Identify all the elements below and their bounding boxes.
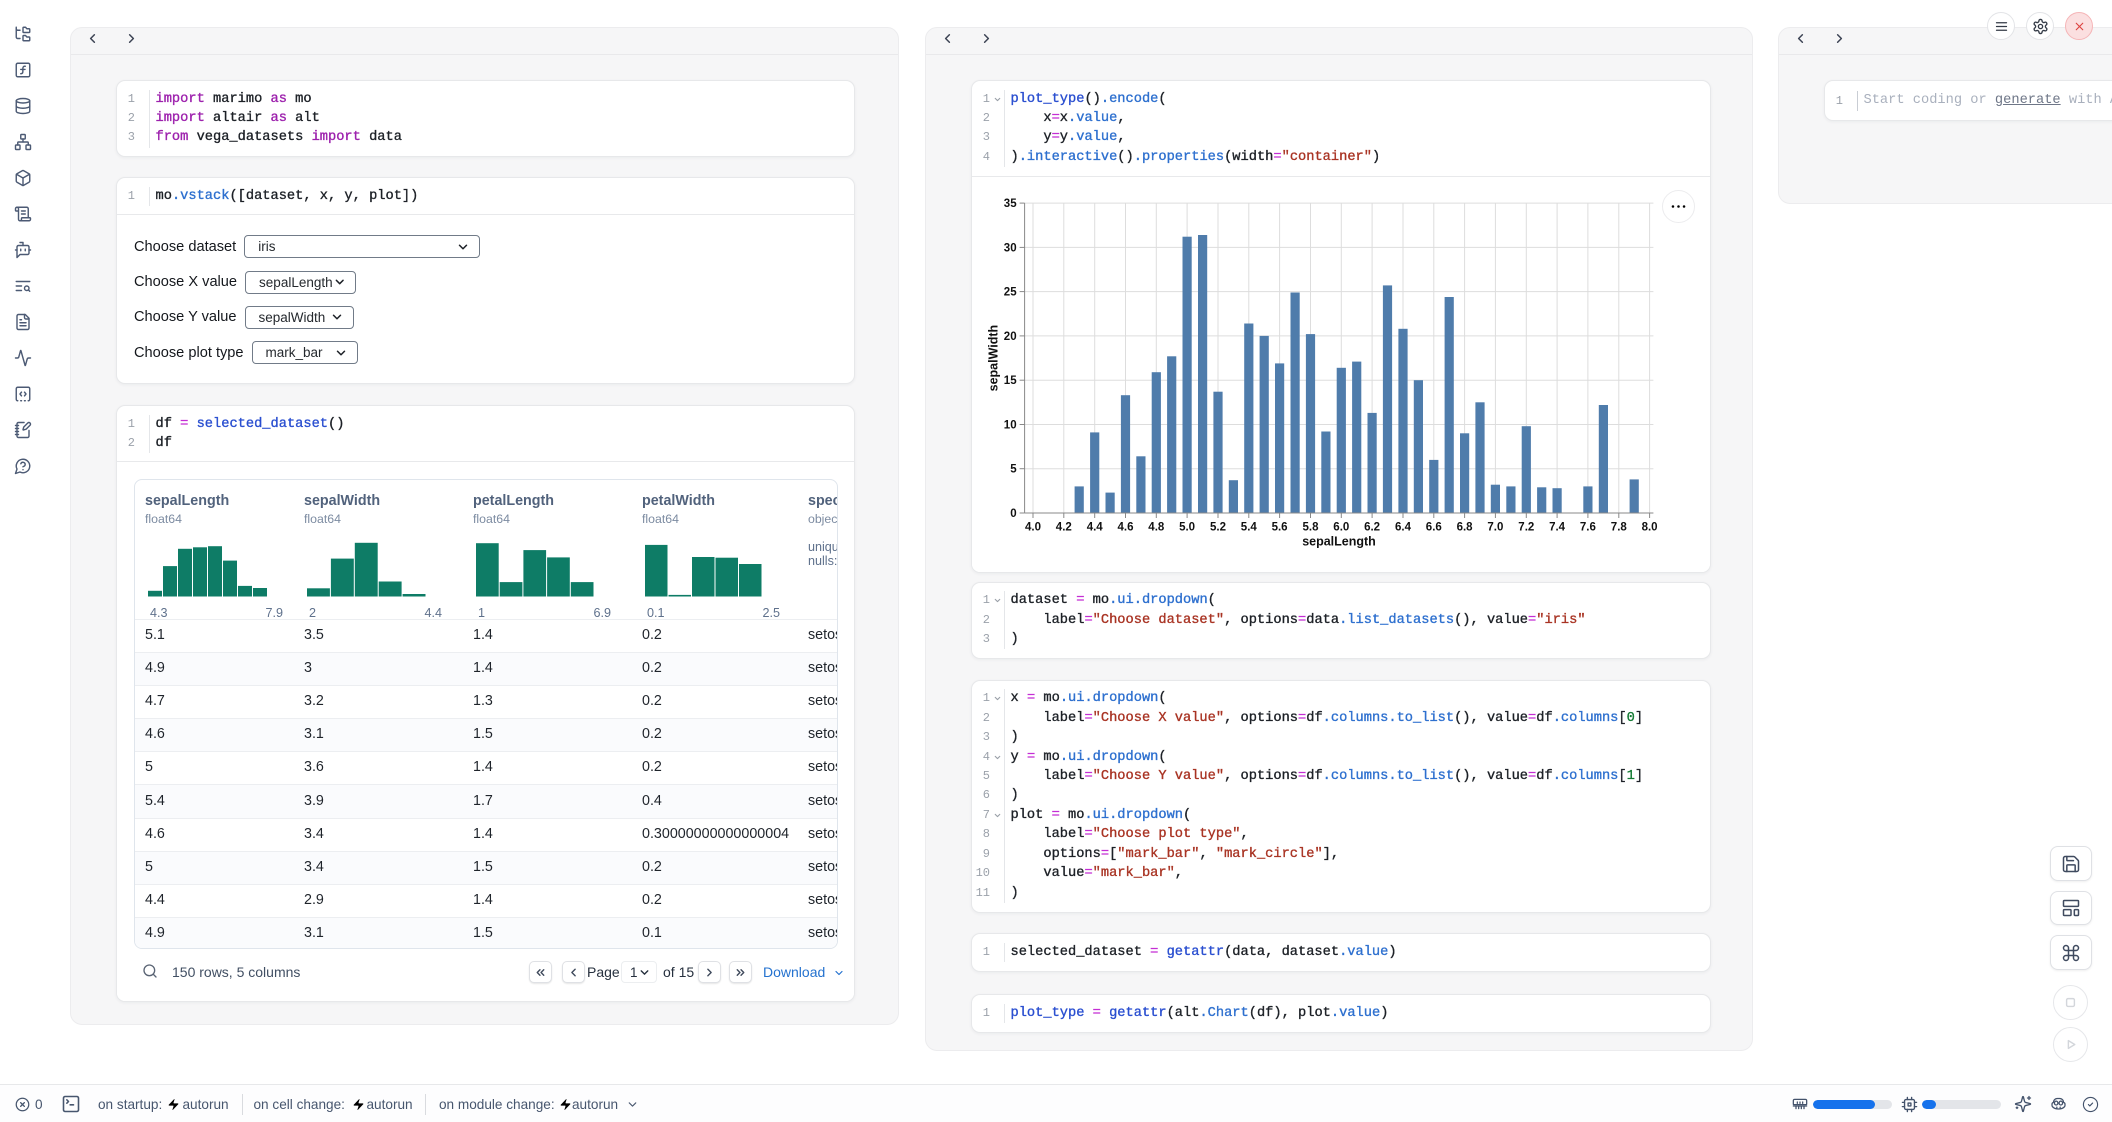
svg-text:6.2: 6.2	[1364, 521, 1380, 533]
svg-text:7.8: 7.8	[1611, 521, 1628, 533]
svg-text:7.4: 7.4	[1549, 521, 1566, 533]
svg-text:7.2: 7.2	[1518, 521, 1534, 533]
svg-text:6.6: 6.6	[1426, 521, 1442, 533]
svg-text:7.6: 7.6	[1580, 521, 1596, 533]
svg-text:35: 35	[1004, 198, 1017, 210]
svg-text:25: 25	[1004, 286, 1017, 298]
svg-text:0: 0	[1010, 508, 1016, 520]
svg-text:5: 5	[1010, 463, 1017, 475]
svg-text:5.8: 5.8	[1303, 521, 1320, 533]
svg-text:4.4: 4.4	[1087, 521, 1104, 533]
svg-text:15: 15	[1004, 375, 1017, 387]
svg-text:6.8: 6.8	[1457, 521, 1474, 533]
svg-text:8.0: 8.0	[1642, 521, 1658, 533]
svg-text:7.0: 7.0	[1487, 521, 1503, 533]
svg-text:10: 10	[1004, 419, 1017, 431]
svg-text:20: 20	[1004, 330, 1017, 342]
svg-text:4.8: 4.8	[1148, 521, 1165, 533]
svg-text:4.6: 4.6	[1118, 521, 1134, 533]
svg-text:sepalWidth: sepalWidth	[987, 324, 1001, 391]
svg-text:4.2: 4.2	[1056, 521, 1072, 533]
svg-text:6.4: 6.4	[1395, 521, 1412, 533]
svg-text:5.0: 5.0	[1179, 521, 1195, 533]
svg-text:6.0: 6.0	[1333, 521, 1349, 533]
svg-text:sepalLength: sepalLength	[1302, 534, 1376, 548]
svg-text:4.0: 4.0	[1025, 521, 1041, 533]
svg-text:5.2: 5.2	[1210, 521, 1226, 533]
svg-text:5.4: 5.4	[1241, 521, 1258, 533]
svg-text:30: 30	[1004, 242, 1017, 254]
svg-text:5.6: 5.6	[1272, 521, 1288, 533]
